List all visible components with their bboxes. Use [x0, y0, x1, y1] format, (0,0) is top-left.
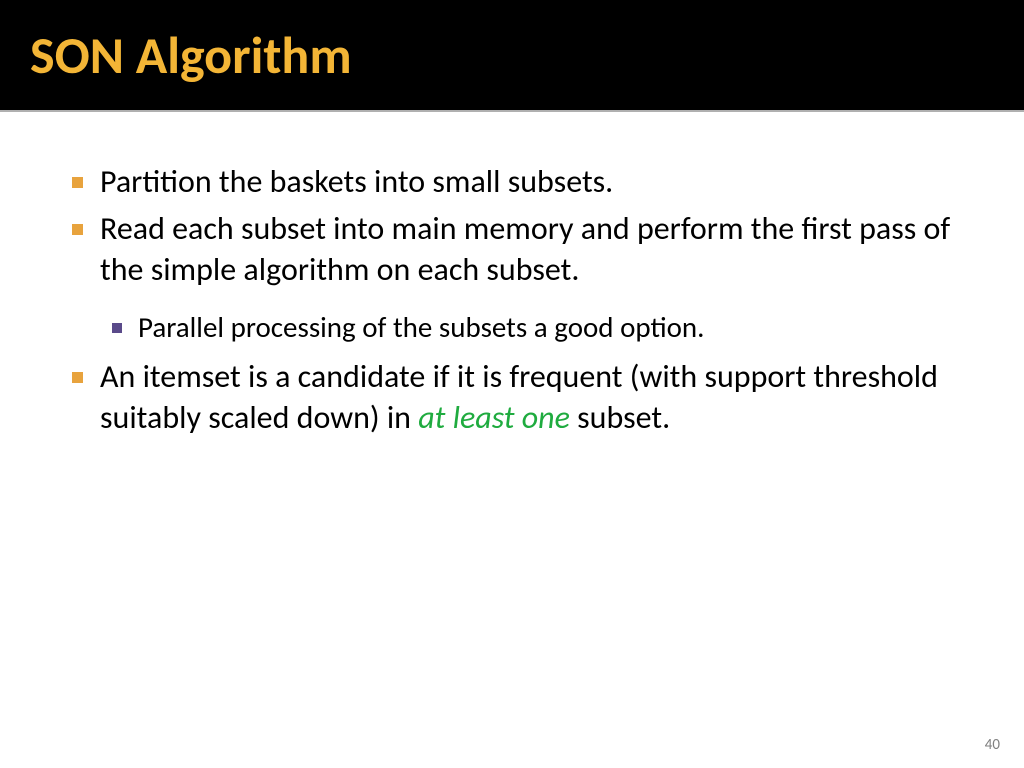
list-item-text: Partition the baskets into small subsets…	[100, 162, 613, 201]
title-bar: SON Algorithm	[0, 0, 1024, 112]
list-item: An itemset is a candidate if it is frequ…	[60, 357, 964, 439]
list-item-emphasis: at least one	[418, 398, 570, 437]
list-item: Read each subset into main memory and pe…	[60, 209, 964, 347]
list-item-segment: subset.	[570, 398, 670, 437]
slide-content: Partition the baskets into small subsets…	[0, 112, 1024, 438]
list-item-text: Parallel processing of the subsets a goo…	[138, 309, 704, 345]
list-item: Parallel processing of the subsets a goo…	[100, 309, 964, 347]
page-number: 40	[985, 736, 1000, 754]
slide-title: SON Algorithm	[30, 23, 352, 87]
main-bullet-list: Partition the baskets into small subsets…	[60, 162, 964, 438]
list-item: Partition the baskets into small subsets…	[60, 162, 964, 203]
list-item-text: Read each subset into main memory and pe…	[100, 209, 950, 289]
sub-bullet-list: Parallel processing of the subsets a goo…	[100, 309, 964, 347]
